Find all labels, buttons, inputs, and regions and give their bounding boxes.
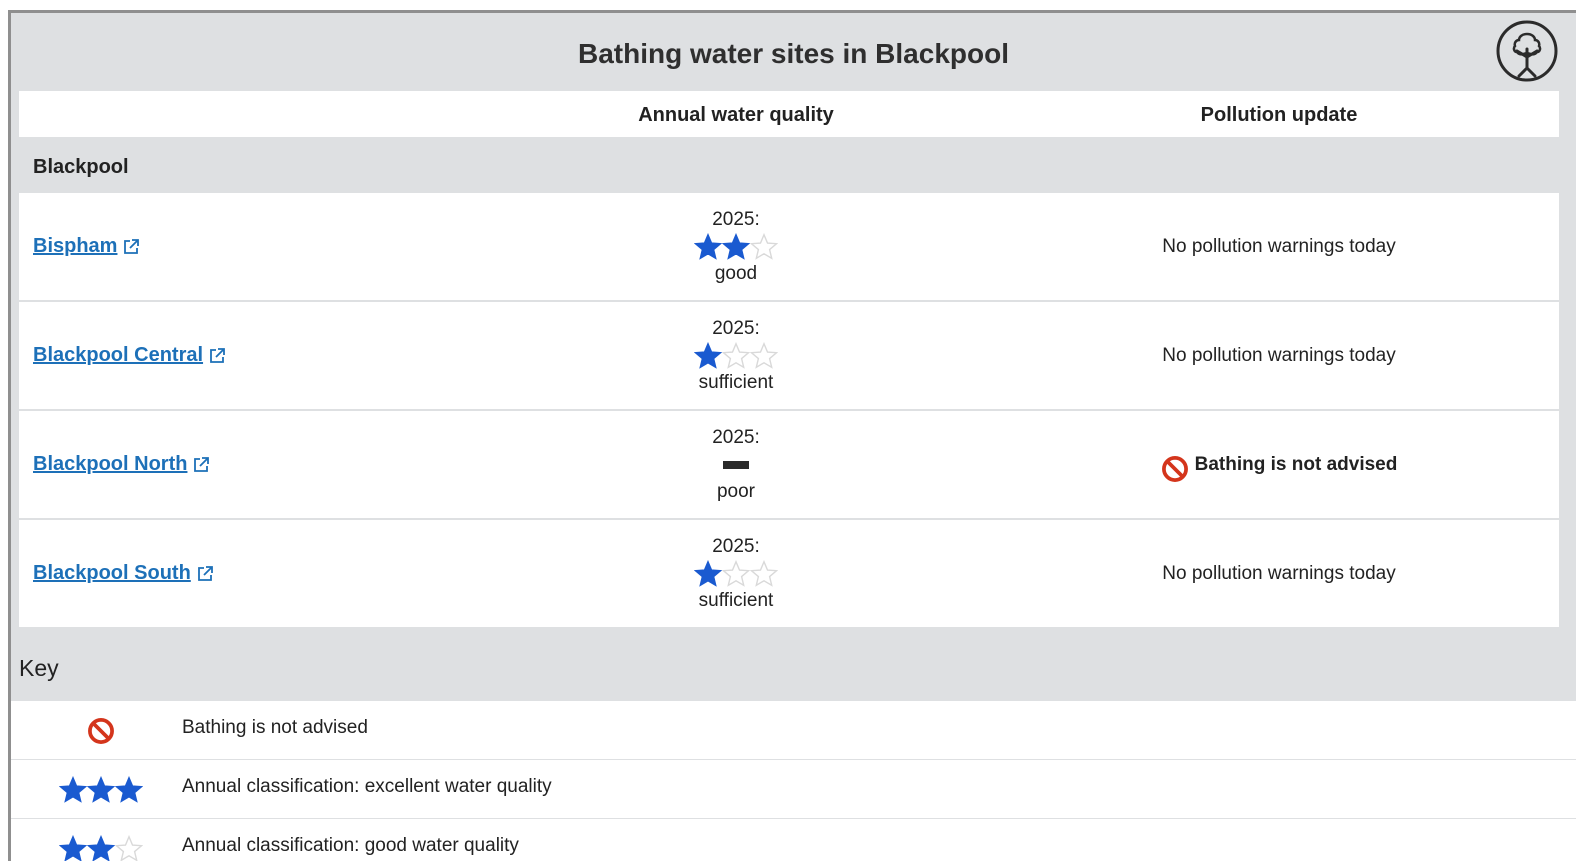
no-bathing-icon <box>1161 455 1188 482</box>
quality-classification: sufficient <box>698 590 774 611</box>
quality-classification: poor <box>716 481 756 502</box>
group-header: Blackpool <box>19 137 1559 193</box>
site-name: Blackpool South <box>33 562 191 584</box>
quality-classification: good <box>714 263 758 284</box>
external-link-icon <box>124 238 140 254</box>
column-header-quality: Annual water quality <box>638 104 834 126</box>
key-row: Annual classification: excellent water q… <box>11 760 1576 819</box>
quality-rating <box>471 451 1001 479</box>
quality-year: 2025: <box>712 536 760 557</box>
star-empty-icon <box>722 342 750 369</box>
star-filled-icon <box>115 776 143 803</box>
site-name: Bispham <box>33 235 118 257</box>
quality-rating <box>471 342 1001 370</box>
pollution-update: No pollution warnings today <box>1019 302 1539 409</box>
pollution-update: No pollution warnings today <box>1019 520 1539 627</box>
star-empty-icon <box>750 560 778 587</box>
three-stars-icon <box>51 774 151 806</box>
no-bathing-icon <box>88 718 114 744</box>
pollution-update: Bathing is not advised <box>1019 411 1539 518</box>
star-empty-icon <box>750 342 778 369</box>
key-description: Annual classification: good water qualit… <box>182 835 519 856</box>
quality-rating <box>471 233 1001 261</box>
water-quality: 2025: poor <box>471 425 1001 505</box>
site-name: Blackpool North <box>33 453 188 475</box>
sites-table: Annual water quality Pollution update Bl… <box>19 91 1559 629</box>
key-description: Bathing is not advised <box>182 717 368 738</box>
pollution-update: No pollution warnings today <box>1019 193 1539 300</box>
quality-year: 2025: <box>712 209 760 230</box>
star-filled-icon <box>722 233 750 260</box>
key-row: Annual classification: good water qualit… <box>11 819 1576 861</box>
water-quality: 2025: sufficient <box>471 316 1001 396</box>
quality-year: 2025: <box>712 318 760 339</box>
external-link-icon <box>194 456 210 472</box>
water-quality: 2025: good <box>471 207 1001 287</box>
table-row: Blackpool Central 2025: sufficient No pollu… <box>19 302 1559 411</box>
external-link-icon <box>210 347 225 363</box>
star-empty-icon <box>115 835 143 861</box>
water-quality: 2025: sufficient <box>471 534 1001 614</box>
star-filled-icon <box>59 776 87 803</box>
site-name: Blackpool Central <box>33 344 204 366</box>
star-filled-icon <box>694 342 722 369</box>
site-link[interactable]: Blackpool South <box>33 520 214 627</box>
pollution-text: Bathing is not advised <box>1194 453 1398 475</box>
key-table: Bathing is not advised Annual classificat… <box>11 701 1576 861</box>
star-filled-icon <box>694 233 722 260</box>
no-bathing-icon <box>51 715 151 747</box>
quality-year: 2025: <box>712 427 760 448</box>
quality-rating <box>471 560 1001 588</box>
table-row: Bispham 2025: good No pollution warnings to… <box>19 193 1559 302</box>
star-filled-icon <box>694 560 722 587</box>
table-row: Blackpool North 2025: poor Bathing is not a… <box>19 411 1559 520</box>
column-header-pollution: Pollution update <box>1200 104 1358 126</box>
table-row: Blackpool South 2025: sufficient No polluti… <box>19 520 1559 629</box>
star-filled-icon <box>59 835 87 861</box>
key-row: Bathing is not advised <box>11 701 1576 760</box>
page-title: Bathing water sites in Blackpool <box>578 38 1009 69</box>
star-filled-icon <box>87 835 115 861</box>
pollution-text: No pollution warnings today <box>1162 235 1396 257</box>
environment-agency-logo-icon <box>1495 19 1559 83</box>
quality-classification: sufficient <box>698 372 774 393</box>
external-link-icon <box>197 565 213 581</box>
star-filled-icon <box>87 776 115 803</box>
site-link[interactable]: Bispham <box>33 193 140 300</box>
star-empty-icon <box>750 233 778 260</box>
group-name: Blackpool <box>33 156 129 178</box>
pollution-text: No pollution warnings today <box>1162 562 1396 584</box>
key-description: Annual classification: excellent water q… <box>182 776 552 797</box>
results-panel: Bathing water sites in Blackpool Annual … <box>8 10 1576 861</box>
pollution-text: No pollution warnings today <box>1162 344 1396 366</box>
star-empty-icon <box>722 560 750 587</box>
site-link[interactable]: Blackpool Central <box>33 302 226 409</box>
poor-rating-icon <box>723 461 749 469</box>
key-title: Key <box>19 655 59 681</box>
table-header: Annual water quality Pollution update <box>19 91 1559 137</box>
site-link[interactable]: Blackpool North <box>33 411 210 518</box>
two-stars-icon <box>51 833 151 861</box>
